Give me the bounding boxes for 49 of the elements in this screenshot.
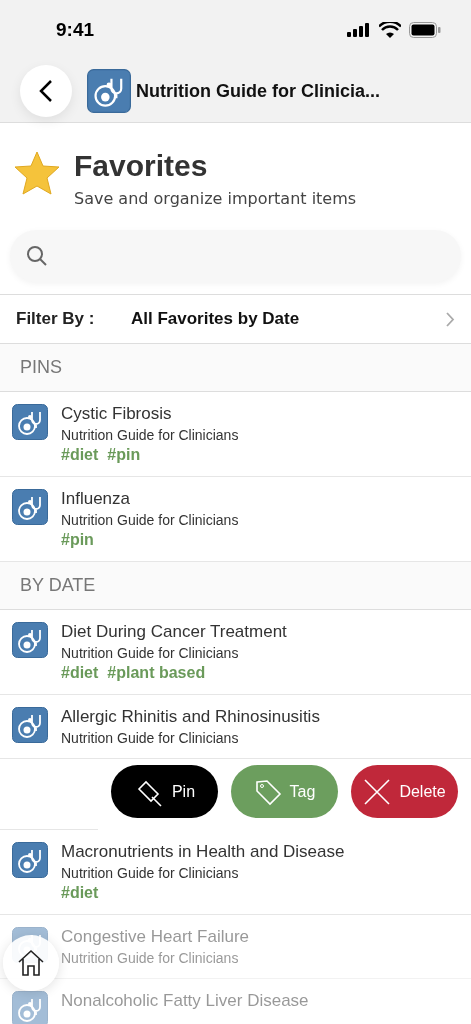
item-tag[interactable]: #diet [61,446,99,464]
delete-button[interactable]: Delete [351,765,458,818]
item-tag[interactable]: #pin [107,446,141,464]
nav-title: Nutrition Guide for Clinicia... [136,80,380,102]
stethoscope-icon [12,489,48,525]
item-tag[interactable]: #diet [61,664,99,682]
item-source: Nutrition Guide for Clinicians [61,865,240,881]
battery-icon [409,22,441,38]
signal-icon [347,23,371,37]
item-title[interactable]: Diet During Cancer Treatment [61,622,287,642]
back-icon [39,79,53,103]
stethoscope-icon [12,404,48,440]
stethoscope-icon [12,622,48,658]
stethoscope-icon [12,842,48,878]
search-icon [26,245,48,267]
close-icon [363,777,392,806]
pin-button[interactable]: Pin [111,765,218,818]
stethoscope-icon [12,991,48,1024]
item-title[interactable]: Influenza [61,489,239,509]
item-source: Nutrition Guide for Clinicians [61,950,240,966]
filter-label: Filter By : [16,309,96,329]
home-button[interactable] [3,935,59,991]
star-icon [14,151,60,195]
section-header: PINS [0,344,471,392]
stethoscope-icon [12,707,48,743]
item-title[interactable]: Macronutrients in Health and Disease [61,842,345,862]
filter-value[interactable]: All Favorites by Date [131,309,446,329]
page-subtitle: Save and organize important items [74,189,357,208]
chevron-right-icon [446,311,455,327]
item-title[interactable]: Congestive Heart Failure [61,927,250,947]
wifi-icon [379,22,401,38]
item-title[interactable]: Nonalcoholic Fatty Liver Disease [61,991,309,1011]
item-source: Nutrition Guide for Clinicians [61,512,239,528]
item-tag[interactable]: #pin [61,531,94,549]
tag-icon [253,777,282,806]
status-time: 9:41 [56,19,95,41]
page-title: Favorites [74,149,209,183]
back-button[interactable] [20,65,72,117]
item-source: Nutrition Guide for Clinicians [61,645,240,661]
section-header: BY DATE [0,562,471,610]
item-title[interactable]: Allergic Rhinitis and Rhinosinusitis [61,707,320,727]
home-icon [17,949,45,977]
item-title[interactable]: Cystic Fibrosis [61,404,239,424]
item-source: Nutrition Guide for Clinicians [61,427,239,443]
tag-button[interactable]: Tag [231,765,338,818]
item-tag[interactable]: #diet [61,884,99,902]
item-tag[interactable]: #plant based [107,664,206,682]
stethoscope-icon [87,69,131,113]
item-source: Nutrition Guide for Clinicians [61,730,240,746]
